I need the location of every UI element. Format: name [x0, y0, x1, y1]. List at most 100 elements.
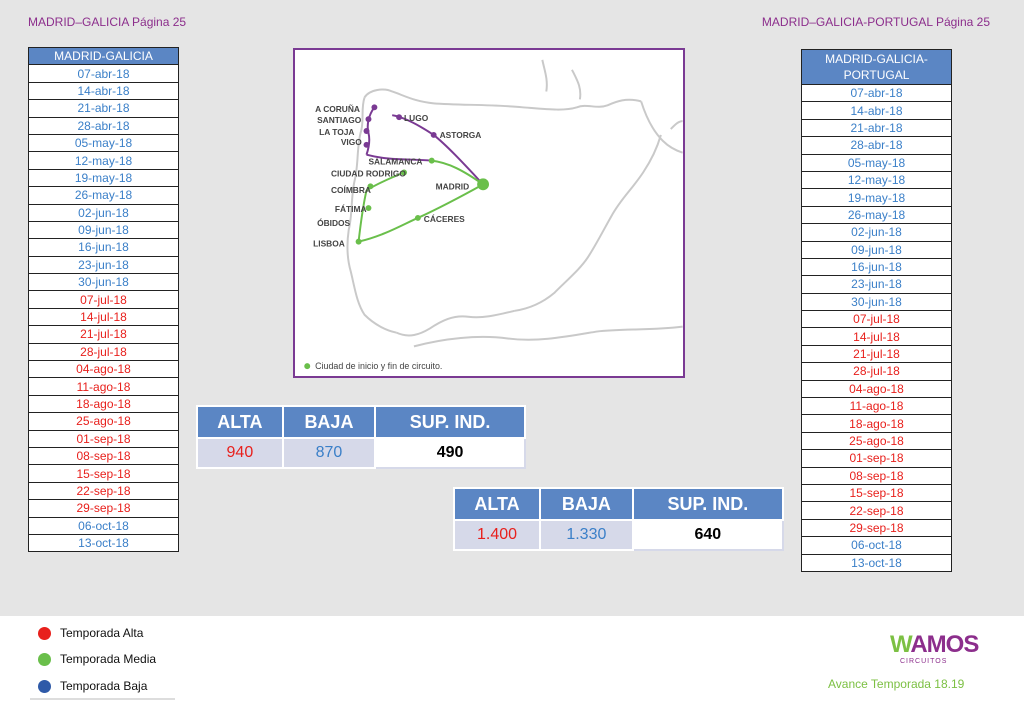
price-table-madrid-galicia: ALTA BAJA SUP. IND. 940 870 490 — [196, 405, 526, 469]
label-fatima: FÁTIMA — [335, 203, 367, 214]
label-astorga: ASTORGA — [440, 130, 482, 140]
logo-initial: W — [890, 631, 911, 658]
date-cell: 14-jul-18 — [28, 307, 179, 327]
date-cell: 05-may-18 — [801, 153, 952, 172]
table-row: 18-ago-18 — [801, 414, 952, 433]
date-cell: 21-abr-18 — [28, 99, 179, 118]
table-row: 30-jun-18 — [28, 273, 179, 292]
date-cell: 28-jul-18 — [28, 342, 179, 362]
table-row: 02-jun-18 — [801, 223, 952, 242]
table-row: 21-jul-18 — [28, 325, 179, 344]
marker-astorga — [430, 131, 437, 138]
date-cell: 25-ago-18 — [28, 412, 179, 431]
header-baja: BAJA — [539, 487, 634, 521]
table-row: 06-oct-18 — [801, 536, 952, 555]
legend-label: Temporada Media — [60, 652, 157, 666]
table-row: 07-jul-18 — [801, 310, 952, 329]
page-header-right: MADRID–GALICIA-PORTUGAL Página 25 — [761, 15, 990, 29]
table-row: 13-oct-18 — [28, 533, 179, 553]
label-ciudadrodrigo: CIUDAD RODRIGO — [331, 168, 406, 178]
price-baja: 1.330 — [539, 519, 634, 551]
table-row: 15-sep-18 — [801, 483, 952, 503]
table-title: MADRID-GALICIA — [28, 46, 179, 66]
date-cell: 22-sep-18 — [801, 501, 952, 520]
date-cell: 08-sep-18 — [801, 466, 952, 485]
table-row: 05-may-18 — [28, 133, 179, 153]
date-cell: 08-sep-18 — [28, 446, 179, 466]
table-row: 29-sep-18 — [28, 499, 179, 518]
label-coimbra: COÍMBRA — [331, 184, 371, 195]
date-cell: 14-abr-18 — [28, 81, 179, 101]
legend-label: Temporada Alta — [60, 626, 144, 640]
header-alta: ALTA — [453, 487, 541, 521]
table-row: 28-abr-18 — [28, 116, 179, 135]
table-row: 29-sep-18 — [801, 518, 952, 538]
label-lugo: LUGO — [404, 113, 429, 123]
dates-table-madrid-galicia: MADRID-GALICIA 07-abr-18 14-abr-18 21-abr-… — [28, 46, 179, 553]
table-row: 19-may-18 — [801, 188, 952, 207]
marker-latoja — [363, 128, 370, 134]
table-row: 14-abr-18 — [28, 81, 179, 101]
date-cell: 19-may-18 — [801, 188, 952, 207]
table-row: 28-jul-18 — [28, 342, 179, 362]
date-cell: 01-sep-18 — [28, 429, 179, 448]
header-baja: BAJA — [281, 405, 377, 439]
label-obidos: ÓBIDOS — [317, 217, 350, 228]
date-cell: 14-jul-18 — [801, 327, 952, 346]
date-cell: 30-jun-18 — [801, 292, 952, 312]
label-coruna: A CORUÑA — [315, 104, 360, 114]
table-row: 11-ago-18 — [801, 397, 952, 416]
header-sup-ind: SUP. IND. — [374, 405, 526, 439]
table-row: 12-may-18 — [28, 151, 179, 170]
date-cell: 16-jun-18 — [801, 257, 952, 277]
marker-lugo — [396, 114, 403, 121]
table-row: 09-jun-18 — [28, 220, 179, 240]
price-table-madrid-galicia-portugal: ALTA BAJA SUP. IND. 1.400 1.330 640 — [453, 487, 785, 551]
table-row: 16-jun-18 — [801, 257, 952, 277]
route-green-lisboa-caceres — [358, 217, 419, 243]
label-santiago: SANTIAGO — [317, 115, 362, 125]
date-cell: 06-oct-18 — [801, 536, 952, 555]
date-cell: 06-oct-18 — [28, 516, 179, 535]
price-sup-ind: 640 — [631, 519, 785, 551]
date-cell: 23-jun-18 — [801, 275, 952, 294]
date-cell: 23-jun-18 — [28, 255, 179, 275]
table-row: 26-may-18 — [801, 205, 952, 225]
date-cell: 21-abr-18 — [801, 118, 952, 138]
price-baja: 870 — [281, 437, 377, 469]
wamos-logo: WAMOS — [890, 631, 979, 659]
date-cell: 21-jul-18 — [801, 344, 952, 364]
label-salamanca: SALAMANCA — [368, 157, 422, 167]
table-row: 21-jul-18 — [801, 344, 952, 364]
table-row: 07-abr-18 — [28, 64, 179, 83]
label-caceres: CÁCERES — [424, 213, 465, 224]
marker-salamanca — [428, 157, 435, 164]
marker-vigo — [363, 141, 370, 148]
date-cell: 07-abr-18 — [28, 64, 179, 83]
coastline-south — [395, 309, 515, 337]
date-cell: 29-sep-18 — [28, 499, 179, 518]
table-row: 02-jun-18 — [28, 203, 179, 222]
table-row: 22-sep-18 — [801, 501, 952, 520]
label-latoja: LA TOJA — [319, 127, 354, 137]
coastline-france — [541, 59, 683, 130]
date-cell: 11-ago-18 — [801, 397, 952, 416]
red-dot-icon — [38, 626, 51, 640]
table-row: 16-jun-18 — [28, 238, 179, 257]
page-header-left: MADRID–GALICIA Página 25 — [28, 15, 187, 29]
legend-start-marker — [304, 363, 311, 370]
date-cell: 02-jun-18 — [28, 203, 179, 222]
marker-santiago — [365, 116, 372, 123]
date-cell: 25-ago-18 — [801, 431, 952, 451]
table-row: 06-oct-18 — [28, 516, 179, 535]
date-cell: 22-sep-18 — [28, 481, 179, 501]
footer: Temporada Alta Temporada Media Temporada… — [0, 616, 1024, 709]
logo-subtitle: CIRCUITOS — [900, 658, 948, 665]
date-cell: 28-jul-18 — [801, 362, 952, 381]
date-cell: 15-sep-18 — [801, 483, 952, 503]
table-row: 25-ago-18 — [801, 431, 952, 451]
date-cell: 02-jun-18 — [801, 223, 952, 242]
table-row: 07-abr-18 — [801, 83, 952, 103]
table-row: 14-jul-18 — [28, 307, 179, 327]
logo-text: AMOS — [910, 631, 979, 658]
